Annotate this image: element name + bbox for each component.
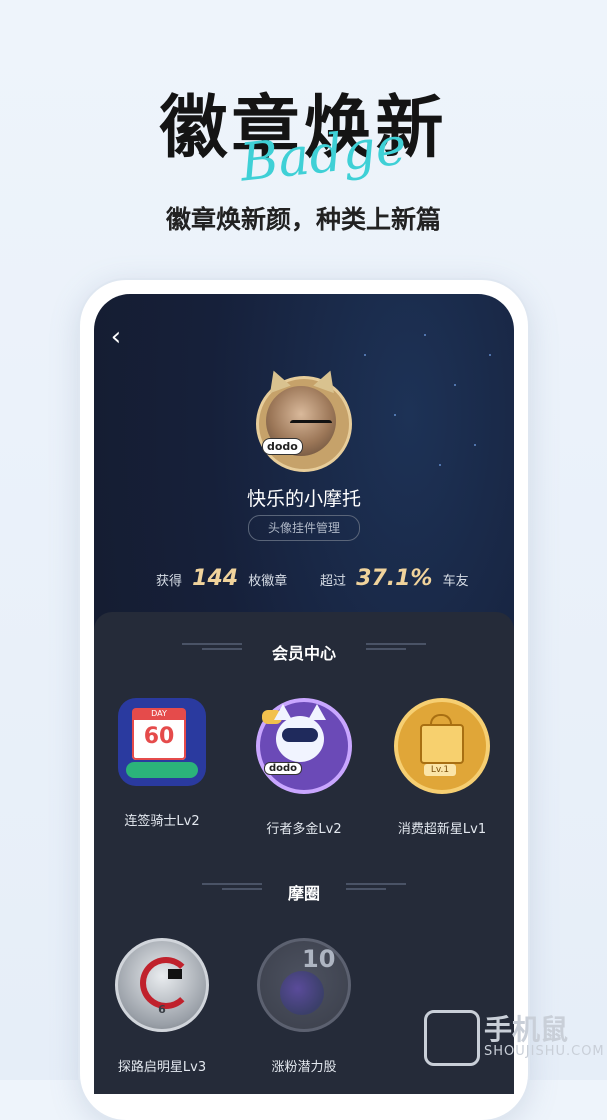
badge-label: 连签骑士Lv2: [124, 814, 200, 829]
calendar-day-label: DAY: [132, 708, 186, 720]
flag-icon: [168, 969, 182, 979]
badge-brand-tag: dodo: [264, 762, 303, 775]
app-screen: ‹ dodo 快乐的小摩托 头像挂件管理 获得 144 枚徽章 超过 37.1%…: [94, 294, 514, 1094]
mouse-logo-icon: [424, 1010, 480, 1066]
calendar-badge-icon: DAY 60: [118, 698, 206, 786]
badge-level-number: 10: [302, 945, 336, 973]
badge-item[interactable]: 10 涨粉潜力股: [244, 938, 364, 1075]
earned-prefix: 获得: [156, 574, 183, 589]
calendar-day-number: 60: [143, 724, 175, 749]
badge-label: 涨粉潜力股: [271, 1060, 337, 1075]
badge-item[interactable]: dodo 行者多金Lv2: [244, 698, 364, 837]
watermark: 手机鼠 SHOUJISHU.COM: [424, 1008, 604, 1068]
visor-icon: [282, 728, 318, 742]
back-button[interactable]: ‹: [104, 324, 128, 354]
avatar-pendant-manage-button[interactable]: 头像挂件管理: [248, 515, 360, 541]
badge-level-tag: Lv.1: [424, 764, 456, 776]
leaf-decoration: [126, 762, 198, 778]
badge-label: 消费超新星Lv1: [397, 822, 487, 837]
badge-level-number: 6: [158, 1003, 166, 1016]
badge-item[interactable]: DAY 60 连签骑士Lv2: [102, 698, 222, 829]
section-decoration: [366, 640, 426, 654]
badge-label: 行者多金Lv2: [266, 822, 342, 837]
explorer-star-badge-icon: 6: [115, 938, 209, 1032]
bag-body: [420, 724, 464, 764]
g-logo-icon: [140, 957, 192, 1009]
watermark-text: 手机鼠: [484, 1013, 569, 1046]
section-decoration: [346, 880, 406, 894]
exceed-suffix: 车友: [442, 574, 469, 589]
section-title-member-center: 会员中心: [271, 644, 336, 663]
glasses-icon: [290, 420, 332, 433]
exceed-prefix: 超过: [320, 574, 347, 589]
people-figure-icon: [280, 971, 324, 1015]
exceed-percent: 37.1%: [356, 566, 433, 591]
earned-count: 144: [192, 566, 239, 591]
username: 快乐的小摩托: [246, 488, 361, 510]
astronaut-cat-badge-icon: dodo: [256, 698, 352, 794]
shopping-bag-badge-icon: Lv.1: [394, 698, 490, 794]
follower-growth-badge-icon: 10: [257, 938, 351, 1032]
hero-subtitle: 徽章焕新颜，种类上新篇: [165, 205, 441, 234]
chevron-left-icon: ‹: [110, 322, 122, 352]
watermark-sub: SHOUJISHU.COM: [484, 1044, 605, 1059]
earned-suffix: 枚徽章: [248, 574, 288, 589]
badge-label: 探路启明星Lv3: [117, 1060, 207, 1075]
avatar[interactable]: dodo: [256, 366, 352, 472]
badge-item[interactable]: Lv.1 消费超新星Lv1: [382, 698, 502, 837]
stats-row: 获得 144 枚徽章 超过 37.1% 车友: [94, 566, 514, 596]
section-title-moto-circle: 摩圈: [287, 884, 320, 903]
badge-item[interactable]: 6 探路启明星Lv3: [102, 938, 222, 1075]
avatar-brand-tag: dodo: [262, 438, 303, 455]
